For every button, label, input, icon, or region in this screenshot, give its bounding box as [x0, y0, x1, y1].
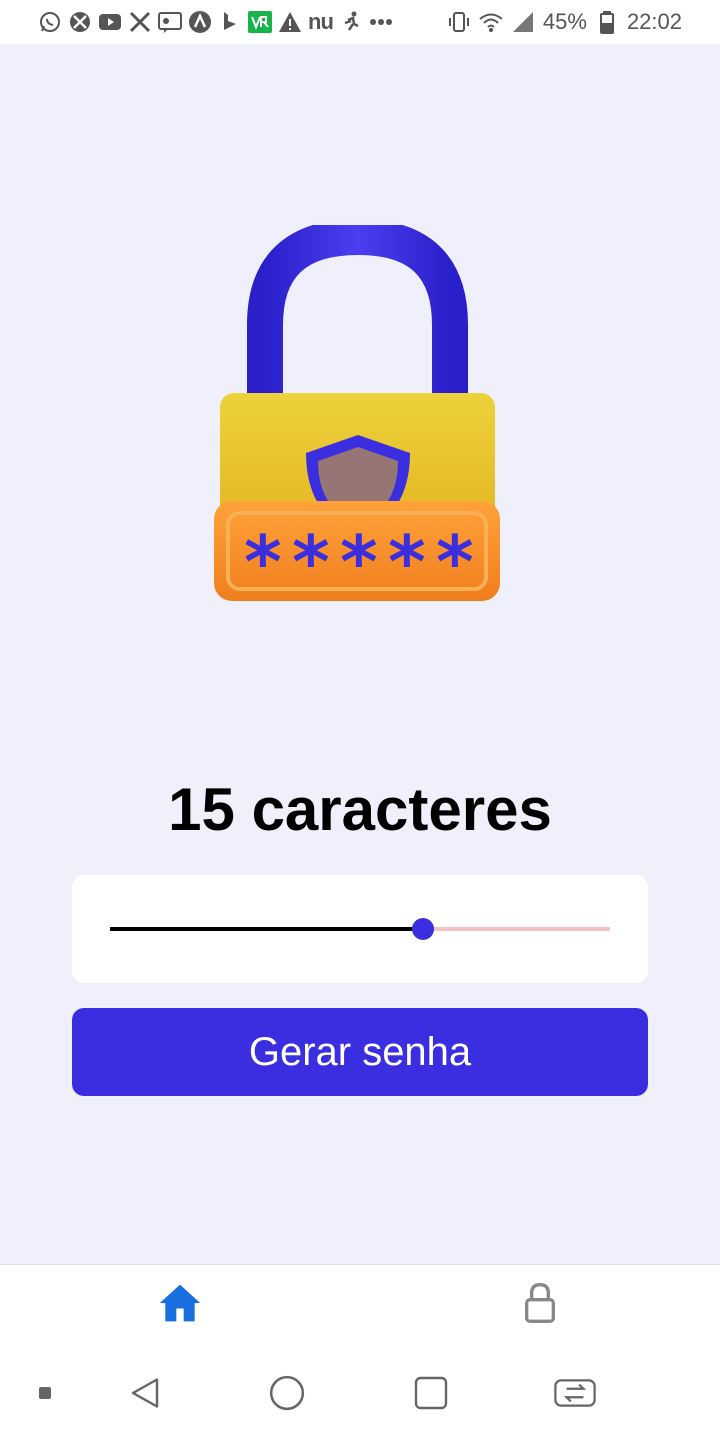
more-icon	[369, 10, 393, 34]
svg-text:*: *	[436, 520, 474, 604]
youtube-icon	[98, 10, 122, 34]
length-label: 15 caracteres	[168, 776, 552, 843]
tab-passwords[interactable]	[510, 1275, 570, 1331]
lock-icon	[525, 1282, 555, 1323]
battery-icon	[595, 10, 619, 34]
svg-text:*: *	[388, 520, 426, 604]
back-icon[interactable]	[120, 1368, 170, 1418]
home-circle-icon[interactable]	[262, 1368, 312, 1418]
vibrate-icon	[447, 10, 471, 34]
bing-icon	[218, 10, 242, 34]
runner-icon	[339, 10, 363, 34]
status-bar: nu 45% 22:02	[0, 0, 720, 44]
slider-remaining-track	[423, 927, 610, 931]
switch-app-icon[interactable]	[550, 1368, 600, 1418]
x-icon	[128, 10, 152, 34]
generate-password-button[interactable]: Gerar senha	[72, 1008, 648, 1096]
warning-icon	[278, 10, 302, 34]
slider-thumb[interactable]	[412, 918, 434, 940]
recents-icon[interactable]	[406, 1368, 456, 1418]
signal-icon	[511, 10, 535, 34]
whatsapp-icon	[38, 10, 62, 34]
length-slider[interactable]	[110, 918, 610, 940]
square-dot-icon[interactable]	[20, 1368, 70, 1418]
battery-percent: 45%	[542, 9, 587, 34]
lg-icon	[158, 10, 182, 34]
slider-fill	[110, 927, 423, 931]
vr-icon	[248, 10, 272, 34]
xbox-icon	[68, 10, 92, 34]
notification-icons: nu	[38, 8, 393, 36]
system-nav-bar	[0, 1340, 720, 1440]
padlock-password-icon: * * * * *	[200, 218, 520, 615]
tab-home[interactable]	[150, 1275, 210, 1331]
svg-text:*: *	[244, 520, 282, 604]
tab-bar	[0, 1264, 720, 1341]
svg-text:*: *	[292, 520, 330, 604]
clock: 22:02	[626, 9, 682, 34]
system-status-icons: 45% 22:02	[447, 8, 682, 36]
svg-text:*: *	[340, 520, 378, 604]
carrier-text: nu	[308, 9, 334, 34]
home-icon	[159, 1284, 201, 1322]
wifi-icon	[479, 10, 503, 34]
length-slider-card	[72, 875, 648, 983]
arc-icon	[188, 10, 212, 34]
